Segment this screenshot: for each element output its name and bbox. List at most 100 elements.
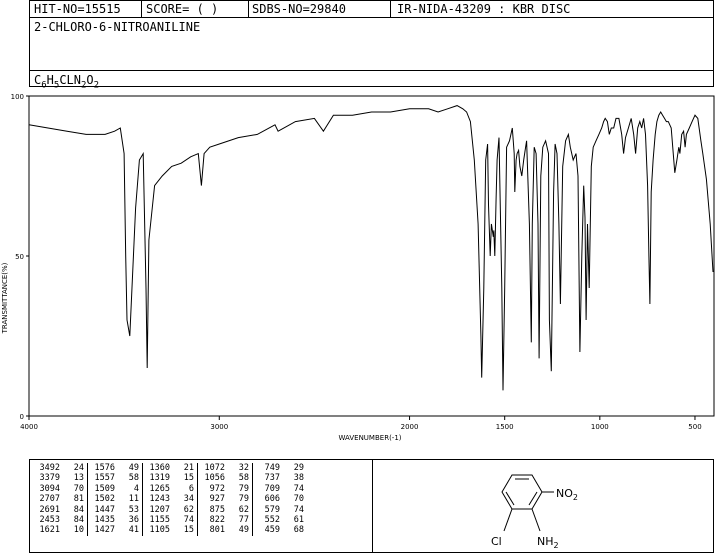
peak-wavenumber: 875 (197, 504, 228, 516)
peak-intensity: 79 (238, 483, 249, 494)
x-tick-label: 500 (688, 423, 701, 431)
peak-wavenumber: 1105 (142, 525, 173, 536)
peak-row: 2707 81 1502 11 1243 34 927 79 606 70 (33, 494, 307, 505)
peak-wavenumber: 709 (252, 483, 283, 495)
peak-wavenumber: 3492 (39, 463, 60, 473)
peak-wavenumber: 1207 (142, 504, 173, 516)
peak-wavenumber: 1435 (87, 515, 118, 526)
peak-row: 3094 70 1509 4 1265 6 972 79 709 74 (33, 483, 307, 495)
peak-wavenumber: 1576 (87, 463, 118, 474)
header-bar (29, 0, 714, 18)
peak-wavenumber: 1072 (197, 463, 228, 474)
x-axis-label: WAVENUMBER(-1) (338, 434, 401, 442)
peak-intensity: 41 (128, 525, 139, 536)
peak-wavenumber: 2453 (39, 515, 60, 526)
chemical-structure: NO2 Cl NH2 (491, 474, 578, 550)
peak-intensity: 36 (128, 515, 139, 526)
peak-intensity: 32 (238, 463, 249, 473)
y-tick-label: 100 (11, 93, 24, 101)
nitro-group-label: NO2 (556, 487, 578, 502)
peak-wavenumber: 749 (252, 463, 283, 474)
peak-wavenumber: 3379 (39, 473, 60, 484)
y-tick-label: 0 (20, 413, 24, 421)
peak-wavenumber: 1056 (197, 473, 228, 484)
spectrum-line (28, 105, 714, 391)
peak-table: 3492 24 1576 49 1360 21 1072 32 749 29 3379 13 1557 5… (33, 463, 307, 536)
peak-wavenumber: 1557 (87, 473, 118, 484)
peak-intensity: 74 (183, 515, 194, 526)
peak-intensity: 4 (133, 483, 139, 494)
x-axis-ticks: 4000 3000 2000 1500 1000 500 (20, 416, 702, 431)
peak-wavenumber: 822 (197, 515, 228, 526)
peak-intensity: 62 (238, 504, 249, 515)
y-axis-label: TRANSMITTANCE(%) (1, 262, 9, 334)
peak-wavenumber: 1319 (142, 473, 173, 484)
peak-intensity: 79 (238, 494, 249, 505)
score: SCORE= ( ) (146, 2, 219, 16)
peak-row: 3379 13 1557 58 1319 15 1056 58 737 38 (33, 473, 307, 484)
peak-wavenumber: 801 (197, 525, 228, 536)
peak-intensity: 58 (238, 473, 249, 484)
peak-intensity: 84 (73, 504, 84, 515)
peak-wavenumber: 1621 (39, 525, 60, 536)
x-tick-label: 2000 (401, 423, 419, 431)
peak-intensity: 84 (73, 515, 84, 526)
peak-intensity: 74 (293, 483, 304, 494)
peak-wavenumber: 3094 (39, 483, 60, 494)
ir-spectrum-chart: 0 50 100 4000 3000 2000 1500 1000 500 TRANSMITT… (1, 93, 715, 442)
peak-intensity: 10 (73, 525, 84, 536)
peak-wavenumber: 927 (197, 494, 228, 505)
peak-wavenumber: 972 (197, 483, 228, 495)
peak-intensity: 11 (128, 494, 139, 505)
chlorine-label: Cl (491, 535, 502, 548)
peak-intensity: 58 (128, 473, 139, 484)
peak-intensity: 70 (73, 483, 84, 494)
y-tick-label: 50 (15, 253, 24, 261)
chart-frame (28, 95, 715, 417)
chart-axes (28, 95, 715, 417)
peak-intensity: 29 (293, 463, 304, 473)
peak-wavenumber: 2691 (39, 504, 60, 515)
peak-intensity: 34 (183, 494, 194, 505)
peak-wavenumber: 1502 (87, 494, 118, 505)
formula-divider (29, 70, 714, 71)
header-divider (248, 0, 249, 18)
benzene-ring (501, 474, 554, 532)
peak-intensity: 6 (188, 483, 194, 494)
peak-wavenumber: 459 (252, 525, 283, 536)
peak-intensity: 77 (238, 515, 249, 526)
peak-intensity: 70 (293, 494, 304, 505)
peak-wavenumber: 1243 (142, 494, 173, 505)
peak-intensity: 49 (238, 525, 249, 536)
header-divider (141, 0, 142, 18)
peak-intensity: 15 (183, 525, 194, 536)
peak-wavenumber: 606 (252, 494, 283, 505)
y-axis-ticks: 0 50 100 (11, 93, 29, 421)
peak-wavenumber: 1447 (87, 504, 118, 516)
x-tick-label: 1000 (591, 423, 609, 431)
peak-intensity: 15 (183, 473, 194, 484)
peak-wavenumber: 737 (252, 473, 283, 484)
peak-intensity: 21 (183, 463, 194, 473)
peak-intensity: 74 (293, 504, 304, 515)
peak-intensity: 49 (128, 463, 139, 473)
peak-intensity: 62 (183, 504, 194, 515)
amine-group-label: NH2 (537, 535, 559, 550)
peak-row: 1621 10 1427 41 1105 15 801 49 459 68 (33, 525, 307, 536)
compound-name: 2-CHLORO-6-NITROANILINE (34, 20, 201, 34)
x-tick-label: 3000 (210, 423, 228, 431)
x-tick-label: 1500 (496, 423, 514, 431)
peak-intensity: 13 (73, 473, 84, 484)
peak-intensity: 68 (293, 525, 304, 536)
peak-intensity: 38 (293, 473, 304, 484)
peak-intensity: 81 (73, 494, 84, 505)
peak-row: 2453 84 1435 36 1155 74 822 77 552 61 (33, 515, 307, 526)
peak-wavenumber: 1427 (87, 525, 118, 536)
peak-wavenumber: 1360 (142, 463, 173, 474)
x-tick-label: 4000 (20, 423, 38, 431)
peak-row: 2691 84 1447 53 1207 62 875 62 579 74 (33, 504, 307, 516)
peak-wavenumber: 1265 (142, 483, 173, 495)
ir-nida-number: IR-NIDA-43209 : KBR DISC (397, 2, 571, 16)
peak-wavenumber: 579 (252, 504, 283, 516)
peak-intensity: 24 (73, 463, 84, 473)
